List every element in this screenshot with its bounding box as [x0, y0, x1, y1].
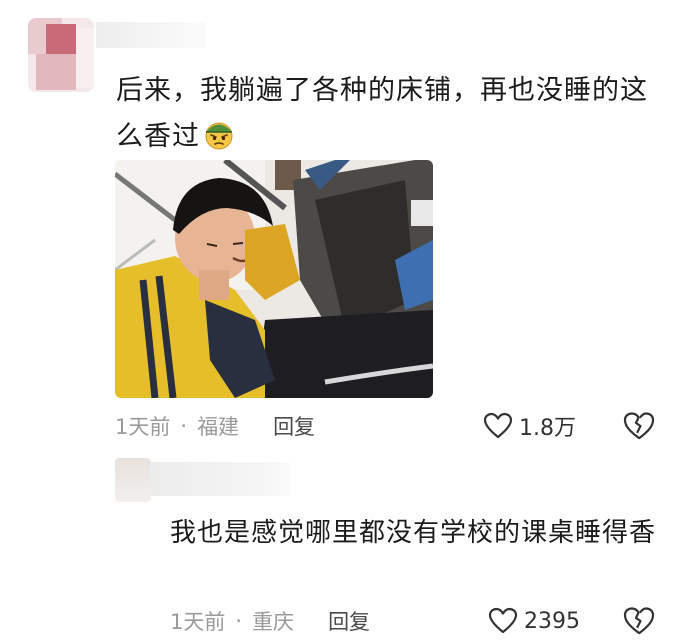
comment-location: 福建: [197, 415, 240, 439]
reply-text: 我也是感觉哪里都没有学校的课桌睡得香: [170, 518, 657, 548]
like-button[interactable]: 1.8万: [483, 410, 576, 442]
comment-body: 后来，我躺遍了各种的床铺，再也没睡的这么香过: [116, 75, 648, 152]
heart-icon: [483, 412, 513, 439]
reply-time: 1天前: [170, 610, 226, 634]
avatar[interactable]: [28, 18, 94, 92]
reply-username-redacted[interactable]: [150, 462, 290, 496]
reply-reply-button[interactable]: 回复: [328, 606, 370, 636]
smirk-cap-emoji-icon: [205, 122, 233, 150]
comment-meta: 1天前 · 福建 回复: [115, 410, 315, 442]
reply-location: 重庆: [252, 610, 295, 634]
comment-time: 1天前: [115, 415, 171, 439]
reply-avatar[interactable]: [115, 458, 151, 502]
username-redacted[interactable]: [96, 22, 206, 48]
meta-separator: ·: [180, 414, 188, 438]
reply-like-count: 2395: [524, 608, 580, 634]
comment-text: 后来，我躺遍了各种的床铺，再也没睡的这么香过: [116, 68, 656, 160]
meta-separator: ·: [235, 609, 243, 633]
broken-heart-icon[interactable]: [623, 606, 655, 636]
like-count: 1.8万: [519, 416, 576, 441]
reply-like-button[interactable]: 2395: [488, 605, 580, 637]
reply-button[interactable]: 回复: [273, 411, 315, 441]
heart-icon: [488, 607, 518, 634]
comment-photo[interactable]: [115, 160, 433, 398]
broken-heart-icon[interactable]: [623, 411, 655, 441]
photo-image: [115, 160, 433, 398]
reply-meta: 1天前 · 重庆 回复: [170, 605, 370, 637]
